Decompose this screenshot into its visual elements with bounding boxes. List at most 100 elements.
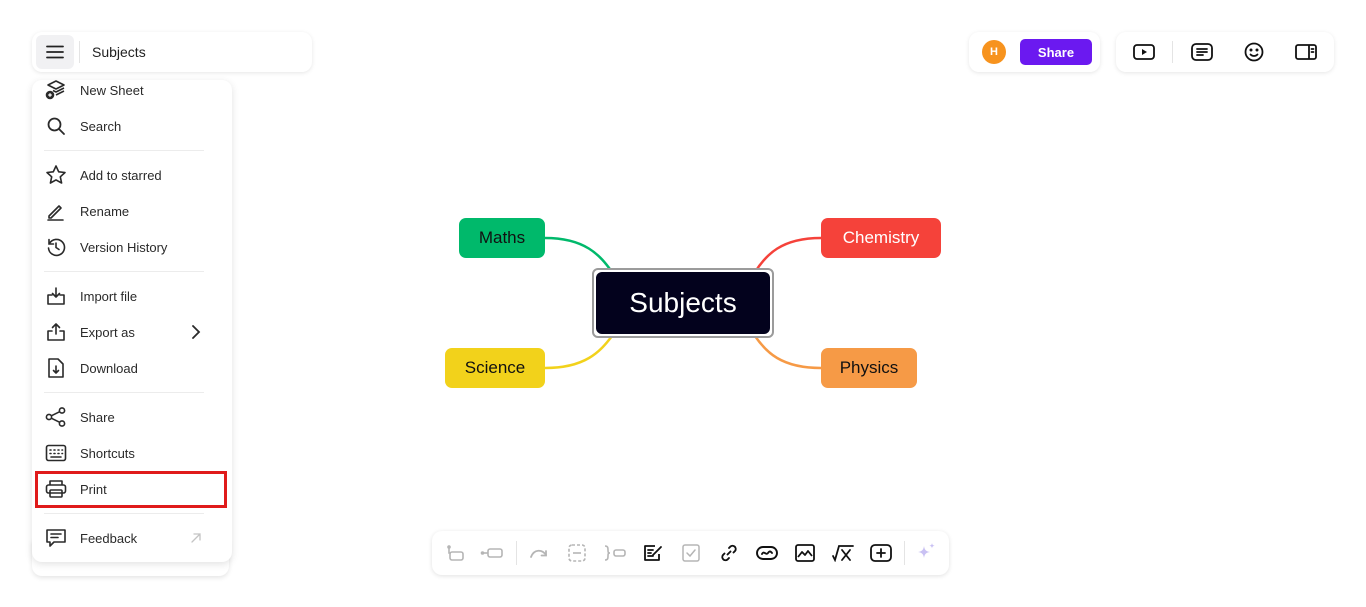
note-icon	[644, 545, 662, 561]
print-highlight-box	[35, 471, 227, 508]
toolbar-divider	[904, 541, 905, 565]
insert-topic-button[interactable]	[869, 541, 893, 565]
hyperlink-icon	[756, 546, 778, 560]
menu-item-search[interactable]: Search	[40, 110, 224, 142]
summary-button[interactable]	[603, 541, 627, 565]
hamburger-icon	[46, 45, 64, 59]
add-child-button[interactable]	[480, 541, 504, 565]
image-icon	[795, 544, 815, 562]
menu-item-label: Search	[80, 118, 122, 134]
document-title[interactable]: Subjects	[92, 44, 146, 60]
pencil-icon	[44, 199, 68, 223]
emoji-icon	[1244, 42, 1264, 62]
link-icon	[721, 544, 737, 562]
menu-item-label: Version History	[80, 239, 168, 255]
menu-item-add-to-starred[interactable]: Add to starred	[40, 159, 224, 191]
star-icon	[44, 163, 68, 187]
emoji-button[interactable]	[1242, 40, 1266, 64]
root-node-selection[interactable]: Subjects	[592, 268, 774, 338]
node-chemistry[interactable]: Chemistry	[821, 218, 941, 258]
add-parent-icon	[447, 545, 464, 561]
menu-item-download[interactable]: Download	[40, 352, 224, 384]
add-child-icon	[480, 548, 503, 558]
summary-icon	[604, 545, 626, 561]
ai-sparkle-icon	[918, 543, 935, 558]
view-tools-bar	[1116, 32, 1334, 72]
user-avatar[interactable]: H	[982, 40, 1006, 64]
menu-item-label: Rename	[80, 203, 130, 219]
node-maths[interactable]: Maths	[459, 218, 545, 258]
collaboration-bar: H Share	[969, 32, 1100, 72]
note-button[interactable]	[641, 541, 665, 565]
menu-item-new-sheet[interactable]: New Sheet	[40, 74, 224, 106]
feedback-icon	[44, 526, 68, 550]
image-button[interactable]	[793, 541, 817, 565]
menu-item-version-history[interactable]: Version History	[40, 231, 224, 263]
menu-divider	[44, 392, 204, 393]
menu-item-share[interactable]: Share	[40, 401, 224, 433]
connector-chemistry	[753, 236, 822, 273]
link-button[interactable]	[717, 541, 741, 565]
menu-item-label: Download	[80, 360, 138, 376]
menu-divider	[44, 271, 204, 272]
menu-item-export-as[interactable]: Export as	[40, 316, 224, 348]
task-checkbox-icon	[682, 544, 700, 562]
toolbar-divider	[516, 541, 517, 565]
relationship-button[interactable]	[527, 541, 551, 565]
app-root: Maths Science Chemistry Physics Subjects…	[0, 0, 1366, 607]
node-science[interactable]: Science	[445, 348, 545, 388]
menu-item-label: Import file	[80, 288, 138, 304]
sidebar-panel-button[interactable]	[1294, 40, 1318, 64]
download-file-icon	[44, 356, 68, 380]
history-icon	[44, 235, 68, 259]
share-button[interactable]: Share	[1020, 39, 1092, 65]
hyperlink-button[interactable]	[755, 541, 779, 565]
tools-divider	[1172, 41, 1173, 63]
formula-button[interactable]	[831, 541, 855, 565]
sidebar-panel-icon	[1295, 44, 1317, 60]
present-button[interactable]	[1132, 40, 1156, 64]
menu-divider	[44, 513, 204, 514]
share-button-label: Share	[1037, 44, 1075, 60]
import-icon	[44, 284, 68, 308]
insert-topic-icon	[870, 544, 892, 562]
root-node-label: Subjects	[629, 287, 737, 318]
node-chemistry-label: Chemistry	[842, 228, 920, 247]
node-science-label: Science	[464, 358, 526, 377]
menu-item-rename[interactable]: Rename	[40, 195, 224, 227]
menu-item-label: Shortcuts	[80, 445, 135, 461]
share-icon	[44, 405, 68, 429]
menu-item-shortcuts[interactable]: Shortcuts	[40, 437, 224, 469]
menu-item-label: Share	[80, 409, 115, 425]
topic-toolbar	[432, 531, 949, 575]
formula-icon	[832, 545, 854, 562]
menu-item-feedback[interactable]: Feedback	[40, 522, 224, 554]
menu-item-label: Export as	[80, 324, 135, 340]
main-menu-button[interactable]	[36, 35, 74, 69]
add-parent-button[interactable]	[443, 541, 467, 565]
menu-item-label: Add to starred	[80, 167, 162, 183]
ai-assistant-button[interactable]	[914, 541, 938, 565]
node-physics[interactable]: Physics	[821, 348, 917, 388]
menu-item-label: New Sheet	[80, 82, 144, 98]
node-maths-label: Maths	[478, 228, 526, 247]
relationship-icon	[530, 549, 547, 558]
root-node[interactable]: Subjects	[596, 272, 770, 334]
task-button[interactable]	[679, 541, 703, 565]
boundary-button[interactable]	[565, 541, 589, 565]
chevron-right-icon	[188, 324, 204, 340]
avatar-initial: H	[990, 46, 998, 58]
notes-button[interactable]	[1190, 40, 1214, 64]
connector-science	[544, 335, 613, 370]
present-icon	[1133, 44, 1155, 60]
keyboard-icon	[44, 441, 68, 465]
search-icon	[44, 114, 68, 138]
new-sheet-icon	[44, 78, 68, 102]
menu-item-import-file[interactable]: Import file	[40, 280, 224, 312]
node-physics-label: Physics	[839, 358, 899, 377]
menu-divider	[44, 150, 204, 151]
connector-physics	[753, 335, 822, 370]
document-header: Subjects	[32, 32, 312, 72]
external-arrow-icon	[188, 530, 204, 546]
notes-icon	[1191, 43, 1213, 61]
